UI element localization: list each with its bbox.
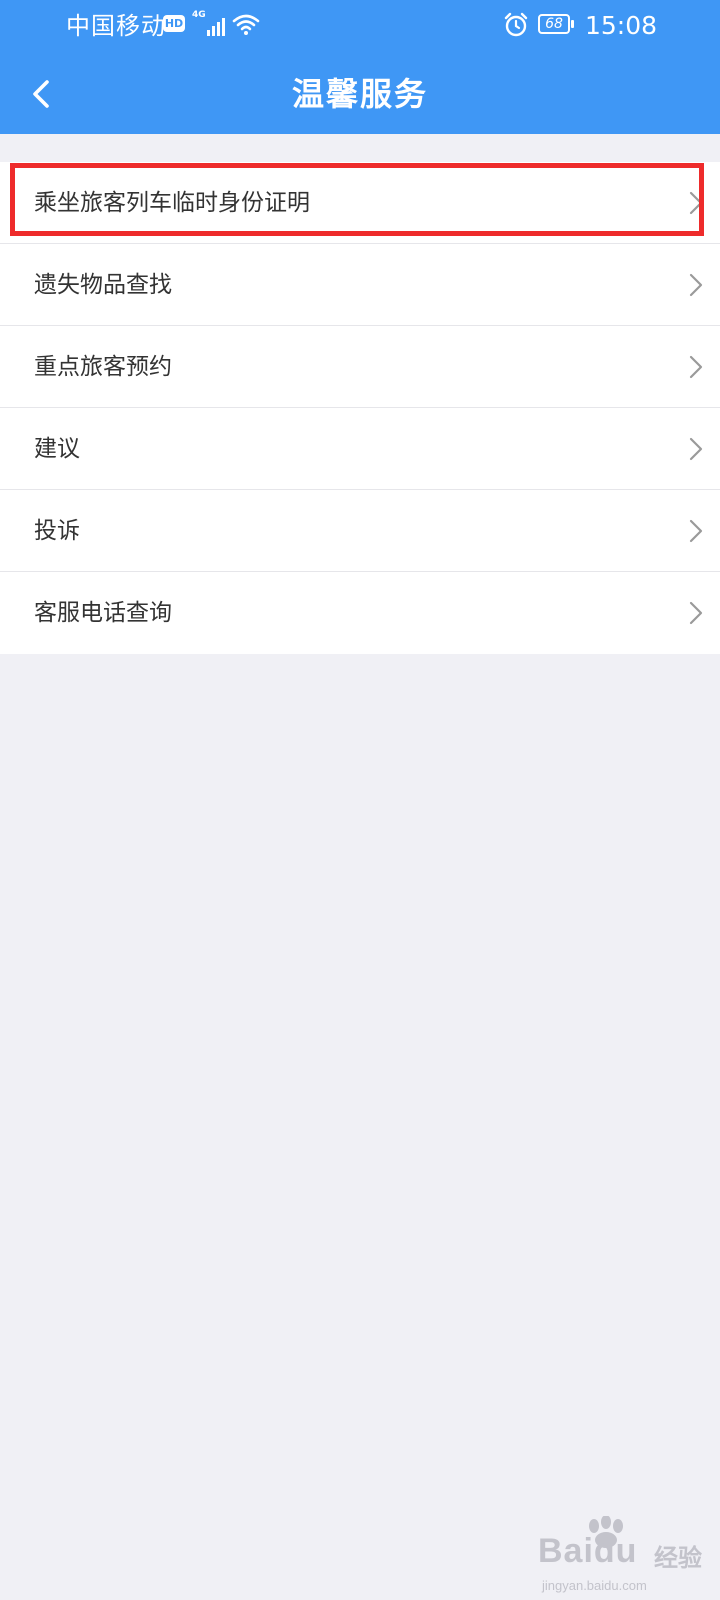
chevron-right-icon (689, 273, 703, 297)
menu-item-customer-service-phone[interactable]: 客服电话查询 (0, 572, 720, 654)
watermark-url: jingyan.baidu.com (542, 1578, 647, 1593)
chevron-right-icon (689, 519, 703, 543)
menu-item-lost-item-search[interactable]: 遗失物品查找 (0, 244, 720, 326)
menu-item-temporary-id-certificate[interactable]: 乘坐旅客列车临时身份证明 (0, 162, 720, 244)
service-menu-list: 乘坐旅客列车临时身份证明 遗失物品查找 重点旅客预约 建议 投诉 客服电话查询 (0, 162, 720, 654)
status-bar: 中国移动 HD 4G 68 15:08 (0, 0, 720, 54)
back-button[interactable] (16, 68, 68, 120)
status-time: 15:08 (585, 11, 658, 40)
hd-badge: HD (163, 15, 185, 32)
nav-bar: 温馨服务 (0, 54, 720, 134)
chevron-right-icon (689, 355, 703, 379)
menu-item-label: 遗失物品查找 (34, 272, 172, 298)
battery-level: 68 (545, 16, 563, 32)
menu-item-label: 客服电话查询 (34, 600, 172, 626)
menu-item-label: 乘坐旅客列车临时身份证明 (34, 190, 310, 216)
alarm-icon (504, 12, 528, 37)
page-title: 温馨服务 (291, 75, 428, 113)
chevron-left-icon (33, 80, 49, 108)
chevron-right-icon (689, 191, 703, 215)
chevron-right-icon (689, 437, 703, 461)
menu-item-complaint[interactable]: 投诉 (0, 490, 720, 572)
menu-item-label: 投诉 (34, 518, 80, 544)
watermark-brand: Baidu (538, 1532, 638, 1570)
carrier-name: 中国移动 (66, 12, 166, 40)
signal-icon (207, 18, 225, 36)
battery-icon: 68 (538, 14, 574, 34)
watermark-product: 经验 (654, 1544, 702, 1572)
app-header: 中国移动 HD 4G 68 15:08 温馨服务 (0, 0, 720, 134)
menu-item-label: 建议 (34, 436, 80, 462)
chevron-right-icon (689, 601, 703, 625)
network-type-label: 4G (192, 10, 206, 20)
wifi-icon (232, 14, 260, 35)
baidu-jingyan-watermark: Baidu 经验 jingyan.baidu.com (538, 1516, 708, 1596)
menu-item-suggestion[interactable]: 建议 (0, 408, 720, 490)
menu-item-label: 重点旅客预约 (34, 354, 172, 380)
menu-item-priority-passenger-booking[interactable]: 重点旅客预约 (0, 326, 720, 408)
